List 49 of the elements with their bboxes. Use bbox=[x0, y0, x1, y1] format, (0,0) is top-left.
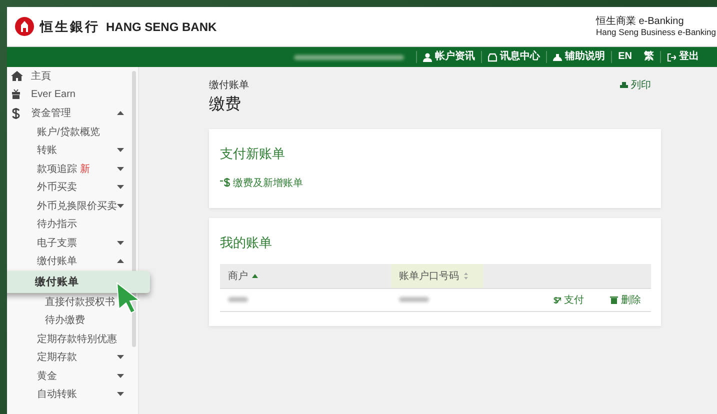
card-title: 支付新账单 bbox=[220, 145, 286, 163]
money-icon bbox=[220, 177, 230, 188]
menu-item[interactable]: 电子支票 bbox=[7, 234, 138, 252]
logout-link[interactable]: 登出 bbox=[660, 51, 705, 63]
user-link[interactable]: 帐户资讯 bbox=[416, 51, 482, 63]
service-name: 恒生商業 e-Banking bbox=[596, 16, 685, 26]
language-link[interactable]: 繁 bbox=[638, 51, 660, 63]
menu-item[interactable]: 资金管理 bbox=[7, 104, 138, 122]
breadcrumb: 缴付账单 bbox=[209, 78, 249, 92]
column-header[interactable]: 商户 bbox=[220, 264, 391, 288]
money-arrow-icon bbox=[553, 296, 561, 304]
menu-item[interactable]: 定期存款 bbox=[7, 348, 138, 366]
gift-icon bbox=[11, 89, 23, 100]
card-title: 我的账单 bbox=[220, 234, 273, 252]
menu-item[interactable]: 主頁 bbox=[7, 67, 138, 86]
redacted-text bbox=[228, 297, 248, 302]
submenu-item[interactable]: 待办缴费 bbox=[7, 311, 138, 330]
print-link[interactable]: 列印 bbox=[620, 78, 651, 92]
home-icon bbox=[11, 70, 23, 82]
help-link[interactable]: 辅助说明 bbox=[546, 51, 612, 63]
page-title: 缴费 bbox=[209, 94, 242, 115]
menu-item[interactable]: 外币买卖 bbox=[7, 178, 138, 196]
menu-item[interactable]: 黄金 bbox=[7, 366, 138, 385]
logo-icon bbox=[15, 17, 34, 36]
inbox-icon bbox=[488, 52, 498, 62]
bank-name-chinese: 恒生銀行 bbox=[40, 18, 100, 36]
pay-link[interactable]: 支付 bbox=[553, 292, 584, 306]
menu-item[interactable]: 转账 bbox=[7, 141, 138, 160]
submenu-item[interactable]: 缴付账单 bbox=[7, 270, 150, 292]
user-icon bbox=[423, 52, 432, 62]
bank-name: HANG SENG BANK bbox=[106, 20, 217, 34]
new-label: 新 bbox=[80, 164, 90, 175]
logout-icon bbox=[667, 52, 676, 62]
delete-link[interactable]: 删除 bbox=[610, 292, 641, 306]
menu-item[interactable]: 待办指示 bbox=[7, 215, 138, 234]
column-header[interactable]: 账单户口号码 bbox=[391, 264, 483, 288]
menu-item[interactable]: 账户/贷款概览 bbox=[7, 122, 138, 141]
redacted-text bbox=[399, 297, 429, 302]
menu-item[interactable]: Ever Earn bbox=[7, 86, 138, 104]
service-name-english: Hang Seng Business e-Banking bbox=[596, 26, 716, 36]
pay-new-bill-link[interactable]: 缴费及新增账单 bbox=[220, 176, 303, 190]
menu-item[interactable]: 自动转账 bbox=[7, 385, 138, 404]
menu-item[interactable]: 缴付账单 bbox=[7, 252, 138, 270]
language-link[interactable]: EN bbox=[611, 51, 638, 63]
menu-item[interactable]: 定期存款特别优惠 bbox=[7, 330, 138, 348]
menu-item[interactable]: 款项追踪 bbox=[37, 164, 77, 175]
trash-icon bbox=[610, 296, 618, 304]
inbox-link[interactable]: 讯息中心 bbox=[481, 51, 546, 63]
menu-item[interactable]: 外币兑换限价买卖 bbox=[7, 196, 138, 215]
